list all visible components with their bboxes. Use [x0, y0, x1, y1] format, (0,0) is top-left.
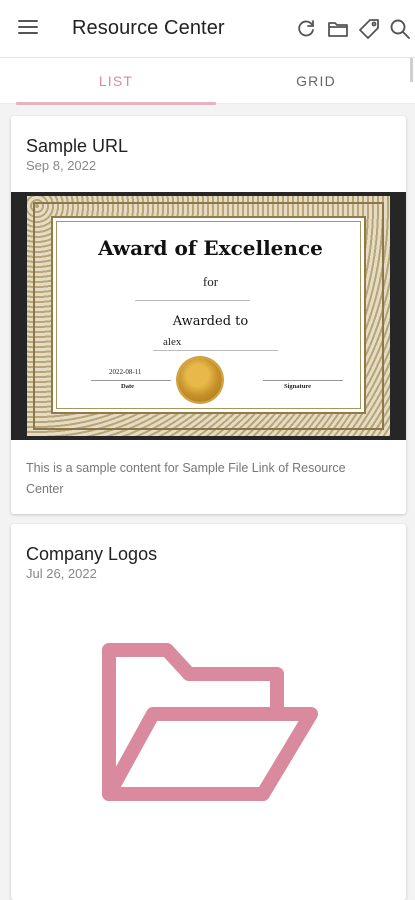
divider	[263, 380, 343, 381]
refresh-icon[interactable]	[294, 17, 318, 41]
scrollbar[interactable]	[410, 58, 413, 82]
card-date: Jul 26, 2022	[26, 566, 97, 581]
certificate-date-value: 2022-08-11	[109, 368, 142, 376]
view-tabs: LIST GRID	[0, 58, 415, 104]
certificate-recipient: alex	[163, 336, 182, 348]
card-date: Sep 8, 2022	[26, 158, 97, 173]
folder-icon[interactable]	[326, 17, 350, 41]
divider	[153, 350, 278, 351]
card-title: Company Logos	[26, 544, 158, 564]
gold-seal-icon	[178, 358, 222, 402]
tab-list[interactable]: LIST	[16, 58, 216, 104]
card-title: Sample URL	[26, 136, 129, 156]
page-title: Resource Center	[72, 17, 225, 39]
tag-icon[interactable]	[357, 17, 381, 41]
resource-card[interactable]: Company Logos Jul 26, 2022	[11, 524, 406, 900]
app-bar: Resource Center	[0, 0, 415, 58]
certificate-body: Award of Excellence for Awarded to alex …	[51, 216, 366, 414]
certificate-date-label: Date	[121, 383, 134, 390]
certificate-for: for	[202, 274, 219, 289]
active-tab-indicator	[16, 102, 216, 105]
tab-grid[interactable]: GRID	[216, 58, 415, 104]
menu-icon[interactable]	[18, 20, 38, 38]
divider	[91, 380, 171, 381]
search-icon[interactable]	[388, 17, 412, 41]
certificate-awarded-to: Awarded to	[172, 314, 249, 329]
resource-card[interactable]: Sample URL Sep 8, 2022 Award of Excellen…	[11, 116, 406, 514]
open-folder-icon	[97, 634, 323, 812]
divider	[135, 300, 250, 301]
card-description: This is a sample content for Sample File…	[26, 461, 346, 496]
certificate-signature-label: Signature	[284, 383, 311, 390]
certificate-image[interactable]: Award of Excellence for Awarded to alex …	[11, 192, 406, 440]
certificate-heading: Award of Excellence	[98, 236, 323, 260]
certificate: Award of Excellence for Awarded to alex …	[27, 196, 390, 436]
